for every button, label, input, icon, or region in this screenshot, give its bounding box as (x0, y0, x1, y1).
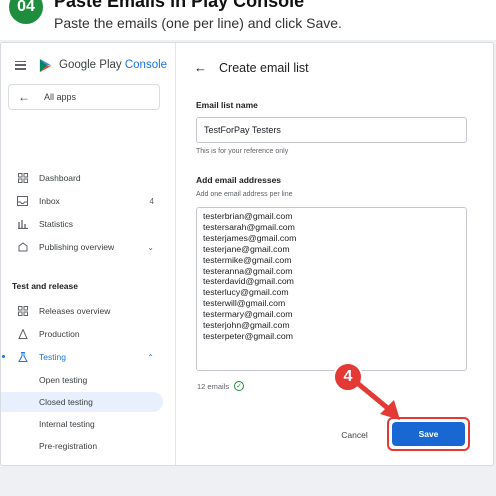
testing-icon (17, 352, 28, 363)
email-count: 12 emails (197, 381, 230, 391)
email-line: testerjames@gmail.com (203, 232, 297, 243)
email-line: testerjohn@gmail.com (203, 320, 290, 331)
email-line: testerlucy@gmail.com (203, 287, 289, 298)
sidebar-item-label: Dashboard (39, 173, 81, 183)
google-play-logo-icon (39, 58, 52, 72)
email-line: testerjane@gmail.com (203, 243, 290, 254)
emails-helper: Add one email address per line (196, 191, 293, 198)
sidebar-item-releases-overview[interactable]: Releases overview (1, 301, 176, 321)
sidebar-item-publishing-overview[interactable]: Publishing overview ⌄ (1, 237, 176, 257)
email-line: testerpeter@gmail.com (203, 330, 293, 341)
back-arrow-icon[interactable]: ← (194, 60, 207, 75)
brand-row: Google Play Console (15, 57, 167, 73)
inbox-count-badge: 4 (149, 196, 154, 206)
main-panel: ← Create email list Email list name Test… (177, 43, 493, 465)
inbox-icon (17, 196, 28, 207)
sidebar-item-statistics[interactable]: Statistics (1, 214, 176, 234)
sidebar-item-label: Closed testing (39, 397, 93, 407)
pointer-arrow-icon (353, 379, 400, 420)
sidebar-item-label: Production (39, 329, 80, 339)
sidebar-item-dashboard[interactable]: Dashboard (1, 168, 176, 188)
step-subtitle: Paste the emails (one per line) and clic… (54, 15, 342, 31)
sidebar-item-label: Pre-registration (39, 441, 98, 451)
step-badge: 04 (9, 0, 43, 24)
email-line: testerbrian@gmail.com (203, 211, 293, 221)
sidebar-item-closed-testing[interactable]: Closed testing (1, 392, 163, 412)
releases-icon (17, 306, 28, 317)
list-name-label: Email list name (196, 100, 258, 110)
list-name-helper: This is for your reference only (196, 148, 289, 155)
brand-name: Google Play Console (59, 59, 168, 71)
email-line: testerdavid@gmail.com (203, 276, 294, 287)
email-line: testeranna@gmail.com (203, 265, 293, 276)
page-title: Create email list (219, 60, 309, 75)
sidebar-item-production[interactable]: Production (1, 324, 176, 344)
sidebar-item-pre-registration[interactable]: Pre-registration (1, 436, 176, 456)
sidebar-item-label: Testing (39, 352, 66, 362)
sidebar-item-testing[interactable]: Testing ⌃ (1, 347, 176, 367)
sidebar-item-label: Internal testing (39, 419, 95, 429)
email-line: testermike@gmail.com (203, 254, 292, 265)
list-name-input[interactable]: TestForPay Testers (196, 117, 467, 143)
all-apps-label: All apps (44, 92, 77, 102)
sidebar-item-inbox[interactable]: Inbox 4 (1, 191, 176, 211)
sidebar: Google Play Console ← All apps Dashboard… (1, 43, 176, 465)
menu-icon[interactable] (15, 60, 26, 70)
step-header: 04 Paste Emails in Play Console Paste th… (0, 0, 496, 40)
check-circle-icon: ✓ (234, 381, 245, 391)
play-console-window: Google Play Console ← All apps Dashboard… (0, 42, 494, 466)
email-count-row: 12 emails ✓ (197, 381, 245, 391)
all-apps-button[interactable]: ← All apps (8, 84, 160, 110)
dashboard-icon (17, 173, 28, 184)
step-title: Paste Emails in Play Console (54, 0, 305, 11)
page-header: ← Create email list (194, 60, 309, 75)
sidebar-item-internal-testing[interactable]: Internal testing (1, 414, 176, 434)
email-line: testermary@gmail.com (203, 309, 293, 320)
statistics-icon (17, 219, 28, 230)
chevron-down-icon: ⌄ (147, 242, 154, 252)
emails-textarea[interactable]: testerbrian@gmail.com testersarah@gmail.… (196, 207, 467, 371)
email-line: testersarah@gmail.com (203, 221, 295, 232)
chevron-up-icon: ⌃ (147, 352, 154, 362)
back-arrow-icon: ← (18, 90, 30, 104)
sidebar-item-open-testing[interactable]: Open testing (1, 370, 176, 390)
production-icon (17, 329, 28, 340)
sidebar-item-label: Open testing (39, 375, 88, 385)
sidebar-item-label: Statistics (39, 219, 74, 229)
publishing-icon (17, 242, 28, 253)
section-title: Test and release (12, 281, 78, 291)
emails-label: Add email addresses (196, 175, 282, 185)
sidebar-item-label: Publishing overview (39, 242, 115, 252)
sidebar-item-label: Releases overview (39, 306, 111, 316)
sidebar-item-label: Inbox (39, 196, 60, 206)
email-line: testerwill@gmail.com (203, 298, 286, 309)
cancel-button[interactable]: Cancel (332, 425, 377, 445)
